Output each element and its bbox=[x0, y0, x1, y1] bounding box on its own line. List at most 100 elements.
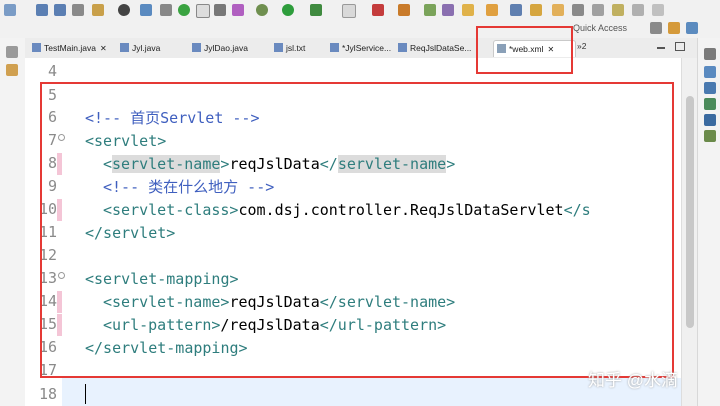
code-token: <servlet> bbox=[85, 132, 167, 150]
tab-label: ReqJslDataSe... bbox=[410, 43, 472, 53]
maximize-icon[interactable] bbox=[675, 42, 685, 51]
code-token: reqJslData bbox=[229, 293, 320, 311]
next-annotation-icon[interactable] bbox=[572, 4, 584, 16]
skip-icon[interactable] bbox=[232, 4, 244, 16]
line-number: 13 bbox=[38, 269, 57, 287]
code-line[interactable]: <servlet-name>reqJslData</servlet-name> bbox=[103, 292, 455, 312]
tab-3[interactable]: jsl.txt bbox=[271, 40, 326, 56]
search-icon[interactable] bbox=[92, 4, 104, 16]
code-line[interactable]: <servlet-class>com.dsj.controller.ReqJsl… bbox=[103, 200, 591, 220]
tab-label: *JylService... bbox=[342, 43, 392, 53]
close-tab-icon[interactable]: ✕ bbox=[547, 45, 554, 54]
print-icon[interactable] bbox=[72, 4, 84, 16]
debug-bug-icon[interactable] bbox=[256, 4, 268, 16]
view-icon[interactable] bbox=[140, 4, 152, 16]
editor-tab-bar: TestMain.java ✕ Jyl.java JylDao.java jsl.txt… bbox=[25, 38, 697, 59]
code-token: <url-pattern> bbox=[103, 316, 221, 334]
package-icon[interactable] bbox=[398, 4, 410, 16]
prev-annotation-icon[interactable] bbox=[592, 4, 604, 16]
tab-0[interactable]: TestMain.java ✕ bbox=[29, 40, 116, 56]
line-number: 17 bbox=[38, 361, 57, 379]
layout-icon[interactable] bbox=[196, 4, 210, 18]
code-line[interactable]: </servlet> bbox=[85, 223, 175, 243]
text-caret bbox=[85, 384, 86, 404]
code-token: </ bbox=[319, 155, 338, 173]
class-icon[interactable] bbox=[424, 4, 436, 16]
change-marker bbox=[57, 199, 62, 221]
code-line[interactable]: <!-- 首页Servlet --> bbox=[85, 108, 260, 128]
vertical-scrollbar[interactable] bbox=[681, 58, 698, 406]
save-all-icon[interactable] bbox=[54, 4, 66, 16]
line-number: 12 bbox=[38, 246, 57, 264]
java-ee-perspective-icon[interactable] bbox=[668, 22, 680, 34]
tab-4[interactable]: *JylService... bbox=[327, 40, 394, 56]
annotation-icon[interactable] bbox=[552, 4, 564, 16]
fold-toggle-icon[interactable] bbox=[58, 272, 65, 279]
external-tools-icon[interactable] bbox=[310, 4, 322, 16]
run-icon[interactable] bbox=[178, 4, 190, 16]
code-editor[interactable]: 4 5 6 7 8 9 10 11 12 13 14 15 16 17 18 <!-- 首页Servlet … bbox=[25, 58, 681, 406]
type-icon[interactable] bbox=[510, 4, 522, 16]
open-icon[interactable] bbox=[486, 4, 498, 16]
quick-access-field[interactable]: Quick Access bbox=[573, 22, 631, 35]
code-line[interactable]: <servlet-mapping> bbox=[85, 269, 239, 289]
tab-label: TestMain.java bbox=[44, 43, 96, 53]
code-token: <servlet-name> bbox=[103, 293, 230, 311]
forward-icon[interactable] bbox=[652, 4, 664, 16]
server-icon[interactable] bbox=[342, 4, 356, 18]
close-tab-icon[interactable]: ✕ bbox=[100, 44, 107, 53]
code-token: <!-- 类在什么地方 --> bbox=[103, 178, 275, 196]
minimize-icon[interactable] bbox=[657, 47, 665, 49]
javadoc-icon[interactable] bbox=[704, 82, 716, 94]
save-icon[interactable] bbox=[36, 4, 48, 16]
back-icon[interactable] bbox=[632, 4, 644, 16]
tab-1[interactable]: Jyl.java bbox=[117, 40, 188, 56]
stop-icon[interactable] bbox=[214, 4, 226, 16]
file-icon bbox=[120, 43, 129, 52]
line-number: 14 bbox=[38, 292, 57, 310]
main-toolbar: Quick Access bbox=[0, 0, 720, 39]
pin-icon[interactable] bbox=[160, 4, 172, 16]
interface-icon[interactable] bbox=[442, 4, 454, 16]
change-marker bbox=[57, 314, 62, 336]
perspective-icon[interactable] bbox=[650, 22, 662, 34]
fold-toggle-icon[interactable] bbox=[58, 134, 65, 141]
right-trim-rail bbox=[697, 38, 720, 406]
tab-label: Jyl.java bbox=[132, 43, 161, 53]
tab-label: *web.xml bbox=[509, 44, 544, 54]
code-line[interactable]: <servlet> bbox=[85, 131, 166, 151]
file-icon bbox=[192, 43, 201, 52]
line-number: 16 bbox=[38, 338, 57, 356]
line-number: 6 bbox=[47, 108, 57, 126]
code-token: servlet-name bbox=[112, 155, 221, 173]
tab-5[interactable]: ReqJslDataSe... bbox=[395, 40, 490, 56]
code-token: </s bbox=[563, 201, 591, 219]
code-line[interactable]: <servlet-name>reqJslData</servlet-name> bbox=[103, 154, 455, 174]
file-icon bbox=[32, 43, 41, 52]
new-icon[interactable] bbox=[372, 4, 384, 16]
debug-icon[interactable] bbox=[4, 4, 16, 16]
folder-icon[interactable] bbox=[462, 4, 474, 16]
last-edit-icon[interactable] bbox=[612, 4, 624, 16]
scrollbar-thumb[interactable] bbox=[686, 96, 694, 328]
outline-icon[interactable] bbox=[704, 48, 716, 60]
task-icon[interactable] bbox=[530, 4, 542, 16]
settings-icon[interactable] bbox=[118, 4, 130, 16]
restore-icon[interactable] bbox=[6, 46, 18, 58]
declaration-icon[interactable] bbox=[704, 98, 716, 110]
console-icon[interactable] bbox=[704, 114, 716, 126]
play-icon[interactable] bbox=[282, 4, 294, 16]
file-icon bbox=[497, 44, 506, 53]
tab-6[interactable]: *web.xml ✕ bbox=[493, 40, 576, 57]
problems-icon[interactable] bbox=[704, 66, 716, 78]
tab-2[interactable]: JylDao.java bbox=[189, 40, 270, 56]
code-line[interactable]: <!-- 类在什么地方 --> bbox=[103, 177, 274, 197]
tasks-icon[interactable] bbox=[704, 130, 716, 142]
tab-overflow[interactable]: »2 bbox=[577, 41, 586, 51]
code-token: </servlet-mapping> bbox=[85, 339, 248, 357]
package-explorer-icon[interactable] bbox=[6, 64, 18, 76]
code-line[interactable]: <url-pattern>/reqJslData</url-pattern> bbox=[103, 315, 446, 335]
line-number: 18 bbox=[38, 385, 57, 403]
code-line[interactable]: </servlet-mapping> bbox=[85, 338, 248, 358]
java-perspective-icon[interactable] bbox=[686, 22, 698, 34]
